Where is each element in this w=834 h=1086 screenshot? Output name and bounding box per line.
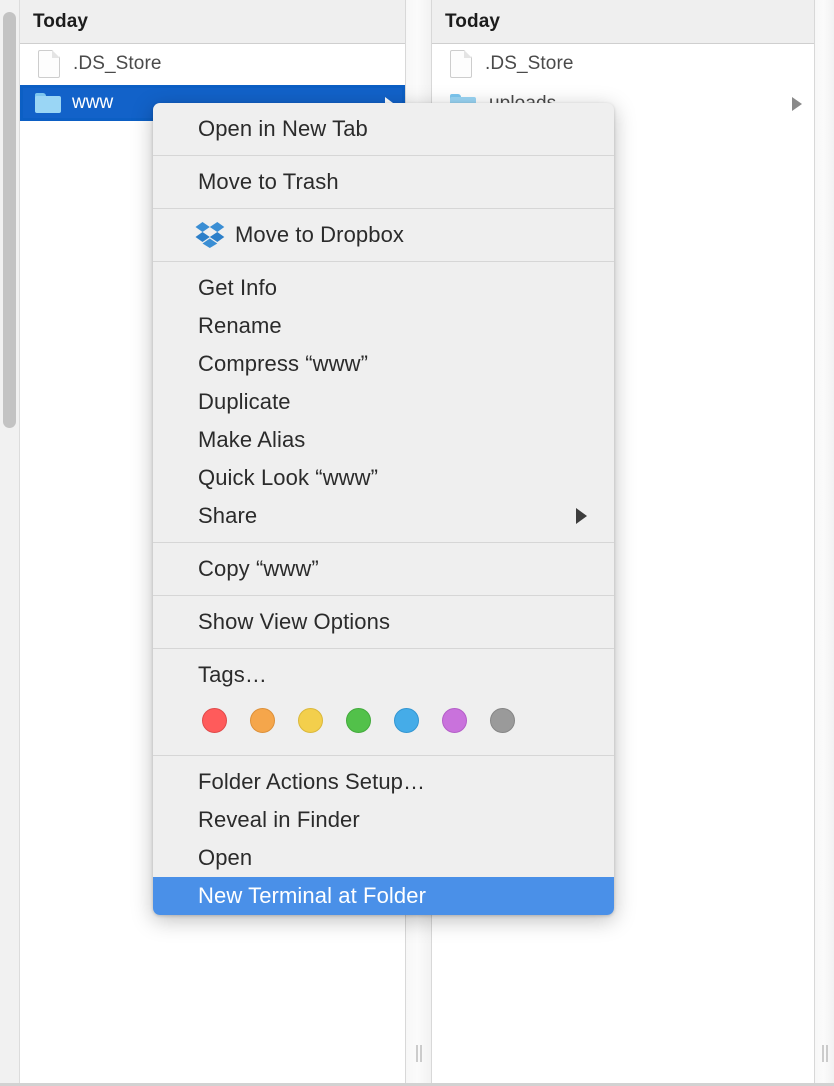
- list-item[interactable]: .DS_Store: [20, 44, 405, 84]
- tag-swatch-red[interactable]: [202, 708, 227, 733]
- menu-item-new-terminal-at-folder[interactable]: New Terminal at Folder: [153, 877, 614, 915]
- tag-swatch-gray[interactable]: [490, 708, 515, 733]
- tag-swatch-green[interactable]: [346, 708, 371, 733]
- menu-group: Get Info Rename Compress “www” Duplicate…: [153, 262, 614, 542]
- tag-swatch-purple[interactable]: [442, 708, 467, 733]
- menu-item-copy[interactable]: Copy “www”: [153, 550, 614, 588]
- menu-item-move-to-dropbox[interactable]: Move to Dropbox: [153, 216, 614, 254]
- menu-item-label: Reveal in Finder: [198, 807, 360, 832]
- menu-item-folder-actions-setup[interactable]: Folder Actions Setup…: [153, 763, 614, 801]
- column-header-right: Today: [432, 0, 814, 44]
- menu-item-duplicate[interactable]: Duplicate: [153, 383, 614, 421]
- menu-group: Show View Options: [153, 596, 614, 648]
- column-header-label: Today: [33, 10, 89, 32]
- chevron-right-icon: [576, 508, 587, 524]
- list-item-label: .DS_Store: [73, 53, 162, 74]
- menu-item-open[interactable]: Open: [153, 839, 614, 877]
- column-header-label: Today: [445, 10, 501, 32]
- tag-swatch-blue[interactable]: [394, 708, 419, 733]
- menu-item-label: Copy “www”: [198, 556, 319, 581]
- column-divider-right[interactable]: [814, 0, 834, 1086]
- tag-swatch-orange[interactable]: [250, 708, 275, 733]
- menu-item-label: New Terminal at Folder: [198, 883, 426, 908]
- menu-item-label: Duplicate: [198, 389, 291, 414]
- menu-item-make-alias[interactable]: Make Alias: [153, 421, 614, 459]
- menu-item-label: Get Info: [198, 275, 278, 300]
- menu-item-move-to-trash[interactable]: Move to Trash: [153, 163, 614, 201]
- menu-item-compress[interactable]: Compress “www”: [153, 345, 614, 383]
- menu-item-label: Compress “www”: [198, 351, 369, 376]
- menu-item-label: Open in New Tab: [198, 116, 368, 141]
- vertical-scrollbar[interactable]: [0, 0, 20, 1086]
- list-item-label: www: [72, 92, 114, 113]
- folder-icon: [35, 93, 61, 113]
- menu-group: Copy “www”: [153, 543, 614, 595]
- column-header-left: Today: [20, 0, 405, 44]
- menu-group: Move to Trash: [153, 156, 614, 208]
- menu-item-label: Rename: [198, 313, 282, 338]
- menu-item-label: Folder Actions Setup…: [198, 769, 426, 794]
- menu-group: Open in New Tab: [153, 103, 614, 155]
- menu-group: Move to Dropbox: [153, 209, 614, 261]
- disclosure-arrow-icon[interactable]: [792, 97, 802, 111]
- document-icon: [450, 50, 472, 78]
- menu-item-reveal-in-finder[interactable]: Reveal in Finder: [153, 801, 614, 839]
- menu-item-label: Move to Dropbox: [235, 222, 405, 247]
- menu-item-share[interactable]: Share: [153, 497, 614, 535]
- menu-item-label: Make Alias: [198, 427, 306, 452]
- scrollbar-thumb[interactable]: [3, 12, 16, 428]
- column-resize-grip[interactable]: [822, 1045, 827, 1062]
- menu-item-show-view-options[interactable]: Show View Options: [153, 603, 614, 641]
- menu-group-tags: Tags…: [153, 649, 614, 755]
- column-resize-grip[interactable]: [416, 1045, 421, 1062]
- menu-item-label: Share: [198, 503, 258, 528]
- menu-item-open-in-new-tab[interactable]: Open in New Tab: [153, 110, 614, 148]
- list-item-label: .DS_Store: [485, 53, 574, 74]
- menu-item-label: Show View Options: [198, 609, 391, 634]
- menu-item-rename[interactable]: Rename: [153, 307, 614, 345]
- menu-item-label: Quick Look “www”: [198, 465, 379, 490]
- menu-item-get-info[interactable]: Get Info: [153, 269, 614, 307]
- tag-swatch-yellow[interactable]: [298, 708, 323, 733]
- document-icon: [38, 50, 60, 78]
- menu-item-label: Move to Trash: [198, 169, 339, 194]
- menu-item-quick-look[interactable]: Quick Look “www”: [153, 459, 614, 497]
- menu-item-tags[interactable]: Tags…: [153, 656, 614, 694]
- menu-group: Folder Actions Setup… Reveal in Finder O…: [153, 756, 614, 915]
- dropbox-icon: [195, 221, 225, 249]
- menu-item-label: Tags…: [198, 662, 267, 687]
- list-item[interactable]: .DS_Store: [432, 44, 814, 84]
- context-menu: Open in New Tab Move to Trash Move to Dr…: [153, 103, 614, 915]
- menu-item-label: Open: [198, 845, 253, 870]
- tag-color-swatches: [153, 694, 614, 733]
